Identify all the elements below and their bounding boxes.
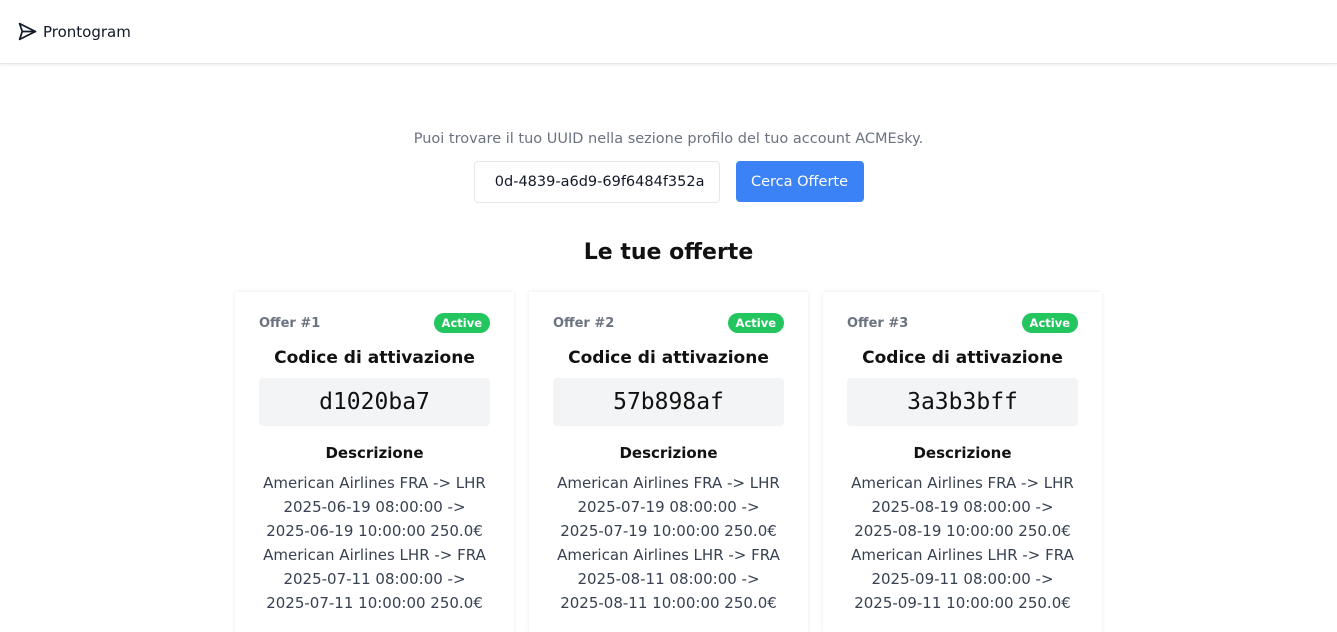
description-line: American Airlines FRA -> LHR (851, 474, 1074, 492)
uuid-input[interactable] (473, 161, 720, 203)
activation-code-heading: Codice di attivazione (568, 348, 769, 368)
offer-description: American Airlines FRA -> LHR 2025-06-19 … (259, 471, 490, 615)
activation-code-heading: Codice di attivazione (862, 348, 1063, 368)
description-line: 2025-09-11 10:00:00 250.0€ (854, 594, 1071, 612)
offer-label: Offer #3 (847, 315, 909, 331)
paper-plane-icon[interactable] (16, 21, 38, 43)
status-badge: Active (1021, 313, 1078, 333)
description-line: 2025-08-11 08:00:00 -> (577, 570, 760, 588)
description-heading: Descrizione (325, 444, 424, 462)
description-line: 2025-08-19 10:00:00 250.0€ (854, 522, 1071, 540)
description-line: American Airlines FRA -> LHR (263, 474, 486, 492)
description-line: 2025-07-19 08:00:00 -> (577, 498, 760, 516)
description-line: American Airlines LHR -> FRA (851, 546, 1074, 564)
offer-card-header: Offer #1 Active (259, 312, 490, 334)
description-line: 2025-07-11 08:00:00 -> (283, 570, 466, 588)
search-form: Cerca Offerte (0, 161, 1337, 203)
activation-code-heading: Codice di attivazione (274, 348, 475, 368)
offer-card-header: Offer #3 Active (847, 312, 1078, 334)
offer-description: American Airlines FRA -> LHR 2025-08-19 … (847, 471, 1078, 615)
description-heading: Descrizione (913, 444, 1012, 462)
brand-name[interactable]: Prontogram (43, 23, 131, 41)
description-line: 2025-08-11 10:00:00 250.0€ (560, 594, 777, 612)
offer-card: Offer #2 Active Codice di attivazione 57… (529, 292, 808, 632)
search-offers-button[interactable]: Cerca Offerte (735, 161, 864, 202)
uuid-hint: Puoi trovare il tuo UUID nella sezione p… (413, 131, 924, 147)
description-heading: Descrizione (619, 444, 718, 462)
status-badge: Active (727, 313, 784, 333)
activation-code: 57b898af (553, 378, 784, 426)
description-line: 2025-09-11 08:00:00 -> (871, 570, 1054, 588)
offer-card: Offer #3 Active Codice di attivazione 3a… (823, 292, 1102, 632)
description-line: 2025-07-11 10:00:00 250.0€ (266, 594, 483, 612)
offer-card: Offer #1 Active Codice di attivazione d1… (235, 292, 514, 632)
description-line: 2025-07-19 10:00:00 250.0€ (560, 522, 777, 540)
offer-card-header: Offer #2 Active (553, 312, 784, 334)
activation-code: d1020ba7 (259, 378, 490, 426)
offer-cards: Offer #1 Active Codice di attivazione d1… (235, 292, 1102, 632)
offers-section-title: Le tue offerte (583, 240, 754, 265)
description-line: American Airlines LHR -> FRA (557, 546, 780, 564)
description-line: 2025-06-19 10:00:00 250.0€ (266, 522, 483, 540)
description-line: American Airlines FRA -> LHR (557, 474, 780, 492)
navbar: Prontogram (0, 0, 1337, 64)
offer-label: Offer #2 (553, 315, 615, 331)
description-line: 2025-08-19 08:00:00 -> (871, 498, 1054, 516)
status-badge: Active (433, 313, 490, 333)
description-line: 2025-06-19 08:00:00 -> (283, 498, 466, 516)
offer-description: American Airlines FRA -> LHR 2025-07-19 … (553, 471, 784, 615)
description-line: American Airlines LHR -> FRA (263, 546, 486, 564)
offer-label: Offer #1 (259, 315, 321, 331)
activation-code: 3a3b3bff (847, 378, 1078, 426)
